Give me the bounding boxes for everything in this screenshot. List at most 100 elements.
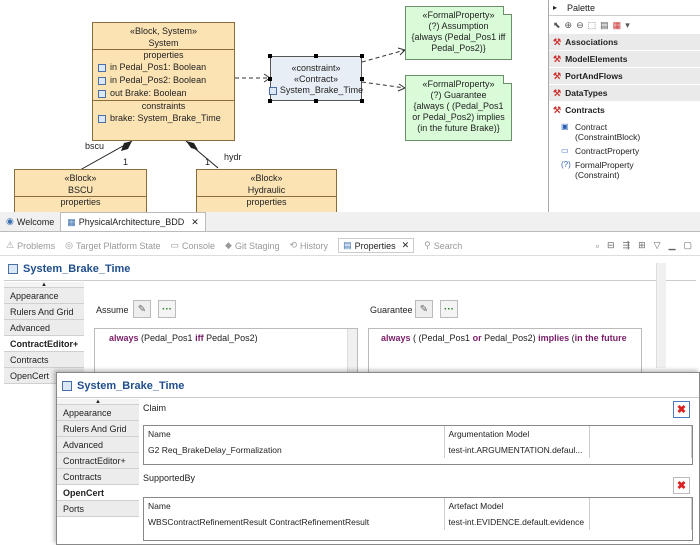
side-tab-advanced[interactable]: Advanced (4, 320, 84, 336)
selection-handle[interactable] (268, 99, 272, 103)
tab-properties[interactable]: ▤ Properties ✕ (338, 238, 415, 253)
keyword: implies (538, 333, 570, 343)
constraint-name: System_Brake_Time (279, 85, 364, 95)
more-guarantee-button[interactable]: ··· (440, 300, 458, 318)
port-property[interactable]: in Pedal_Pos1: Boolean (93, 61, 234, 74)
scrollbar[interactable] (347, 329, 357, 377)
guarantee-editor[interactable]: always ( (Pedal_Pos1 or Pedal_Pos2) impl… (368, 328, 642, 378)
close-icon[interactable]: ✕ (191, 217, 199, 228)
drawer-label: ModelElements (565, 53, 628, 64)
selection-handle[interactable] (360, 54, 364, 58)
property-label: in Pedal_Pos2: Boolean (110, 75, 207, 85)
assume-editor[interactable]: always (Pedal_Pos1 iff Pedal_Pos2) (94, 328, 358, 378)
close-icon[interactable]: ✕ (402, 240, 410, 251)
filter-icon[interactable]: ⇶ (623, 240, 631, 251)
constraint-icon (98, 114, 106, 123)
scrollbar[interactable] (656, 263, 666, 368)
side-tab-contracts[interactable]: Contracts (57, 469, 139, 485)
drawer-label: Contracts (565, 104, 605, 115)
edit-guarantee-icon[interactable]: ✎ (415, 300, 433, 318)
pin-icon[interactable]: ⊟ (607, 240, 615, 251)
select-tool-icon[interactable]: ⬉ (553, 20, 561, 31)
palette-item-formalproperty[interactable]: (?) FormalProperty (Constraint) (549, 157, 700, 181)
table-row[interactable]: WBSContractRefinementResult ContractRefi… (144, 514, 692, 530)
item-label: FormalProperty (575, 160, 634, 170)
selection-handle[interactable] (360, 77, 364, 81)
note-tool-icon[interactable]: ▤ (600, 20, 609, 31)
selection-handle[interactable] (360, 99, 364, 103)
port-property[interactable]: out Brake: Boolean (93, 87, 234, 100)
palette-drawer-contracts[interactable]: ⚒ Contracts (549, 102, 700, 119)
console-icon: ▭ (170, 240, 180, 250)
constraint-property[interactable]: brake: System_Brake_Time (93, 112, 234, 125)
palette-item-contractproperty[interactable]: ▭ ContractProperty (549, 143, 700, 157)
side-tab-contracteditor[interactable]: ContractEditor+ (57, 453, 139, 469)
item-label: ContractProperty (575, 146, 640, 156)
bdd-diagram-canvas[interactable]: «Block, System» System properties in Ped… (0, 0, 548, 212)
port-icon (98, 89, 106, 98)
contract-property-icon: ▭ (561, 146, 569, 155)
tab-physicalarchitecture-bdd[interactable]: ▦ PhysicalArchitecture_BDD ✕ (60, 212, 206, 231)
tab-history[interactable]: ⟲ History (290, 240, 329, 251)
properties-compartment: properties in Pedal_Pos1: Boolean in Ped… (93, 49, 234, 100)
side-tab-rulers-and-grid[interactable]: Rulers And Grid (57, 421, 139, 437)
remove-supportedby-button[interactable]: ✖ (673, 477, 690, 494)
remove-claim-button[interactable]: ✖ (673, 401, 690, 418)
edit-assume-icon[interactable]: ✎ (133, 300, 151, 318)
supportedby-table[interactable]: Name Artefact Model WBSContractRefinement… (143, 497, 693, 541)
view-menu-icon[interactable]: ▽ (654, 240, 661, 251)
zoom-in-icon[interactable]: ⊕ (565, 20, 573, 31)
tab-problems[interactable]: ⚠ Problems (6, 240, 55, 251)
more-assume-button[interactable]: ··· (158, 300, 176, 318)
side-tab-contracts[interactable]: Contracts (4, 352, 84, 368)
selection-handle[interactable] (314, 99, 318, 103)
view-toolbar: ▫ ⊟ ⇶ ⊞ ▽ ▁ ▢ (596, 240, 700, 251)
collapse-icon[interactable]: ⊞ (638, 240, 646, 251)
properties-icon: ▤ (343, 240, 352, 250)
palette-drawer-associations[interactable]: ⚒ Associations (549, 34, 700, 51)
tab-label: Git Staging (234, 240, 280, 251)
guarantee-note[interactable]: «FormalProperty» (?) Guarantee {always (… (405, 75, 512, 141)
side-tab-advanced[interactable]: Advanced (57, 437, 139, 453)
side-tab-appearance[interactable]: Appearance (57, 405, 139, 421)
port-property[interactable]: in Pedal_Pos2: Boolean (93, 74, 234, 87)
tab-welcome[interactable]: ◉ Welcome (0, 212, 60, 231)
drawer-icon: ⚒ (553, 70, 562, 81)
tab-git-staging[interactable]: ◆ Git Staging (225, 240, 279, 251)
side-tab-rulers-and-grid[interactable]: Rulers And Grid (4, 304, 84, 320)
palette-drawer-modelelements[interactable]: ⚒ ModelElements (549, 51, 700, 68)
assumption-note[interactable]: «FormalProperty» (?) Assumption {always … (405, 6, 512, 60)
contract-constraint-block[interactable]: «constraint» «Contract» System_Brake_Tim… (268, 54, 364, 103)
item-label: Contract (575, 122, 608, 132)
column-header: Artefact Model (444, 498, 590, 514)
marquee-tool-icon[interactable]: ⬚ (588, 20, 597, 31)
minimize-icon[interactable]: ▁ (669, 240, 676, 251)
side-tab-contracteditor[interactable]: ContractEditor+ (4, 336, 84, 352)
edge-role-hydr: hydr (224, 152, 242, 162)
side-tab-appearance[interactable]: Appearance (4, 288, 84, 304)
dropdown-arrow-icon[interactable]: ▾ (625, 20, 630, 31)
system-block[interactable]: «Block, System» System properties in Ped… (92, 22, 235, 141)
table-row[interactable]: G2 Req_BrakeDelay_Formalization test-int.… (144, 442, 692, 458)
diagram-tool-icon[interactable]: ▦ (613, 20, 622, 31)
new-view-icon[interactable]: ▫ (596, 241, 599, 251)
side-tab-ports[interactable]: Ports (57, 501, 139, 517)
palette-drawer-datatypes[interactable]: ⚒ DataTypes (549, 85, 700, 102)
maximize-icon[interactable]: ▢ (683, 240, 692, 251)
expr-text: (Pedal_Pos1 (138, 333, 196, 343)
property-label: in Pedal_Pos1: Boolean (110, 62, 207, 72)
zoom-out-icon[interactable]: ⊖ (576, 20, 584, 31)
side-tab-opencert[interactable]: OpenCert (57, 485, 139, 501)
tab-target-platform-state[interactable]: ◎ Target Platform State (65, 240, 160, 251)
selection-handle[interactable] (268, 77, 272, 81)
claim-table[interactable]: Name Argumentation Model G2 Req_BrakeDela… (143, 425, 693, 465)
selection-handle[interactable] (268, 54, 272, 58)
tab-console[interactable]: ▭ Console (171, 240, 216, 251)
palette-drawer-portandflows[interactable]: ⚒ PortAndFlows (549, 68, 700, 85)
palette-collapse-icon[interactable]: ▸ (553, 0, 557, 16)
hydraulic-block[interactable]: «Block» Hydraulic properties (196, 169, 337, 212)
bscu-block[interactable]: «Block» BSCU properties (14, 169, 147, 212)
palette-item-contract[interactable]: ▣ Contract (ConstraintBlock) (549, 119, 700, 143)
selection-handle[interactable] (314, 54, 318, 58)
tab-search[interactable]: ⚲ Search (424, 240, 462, 251)
